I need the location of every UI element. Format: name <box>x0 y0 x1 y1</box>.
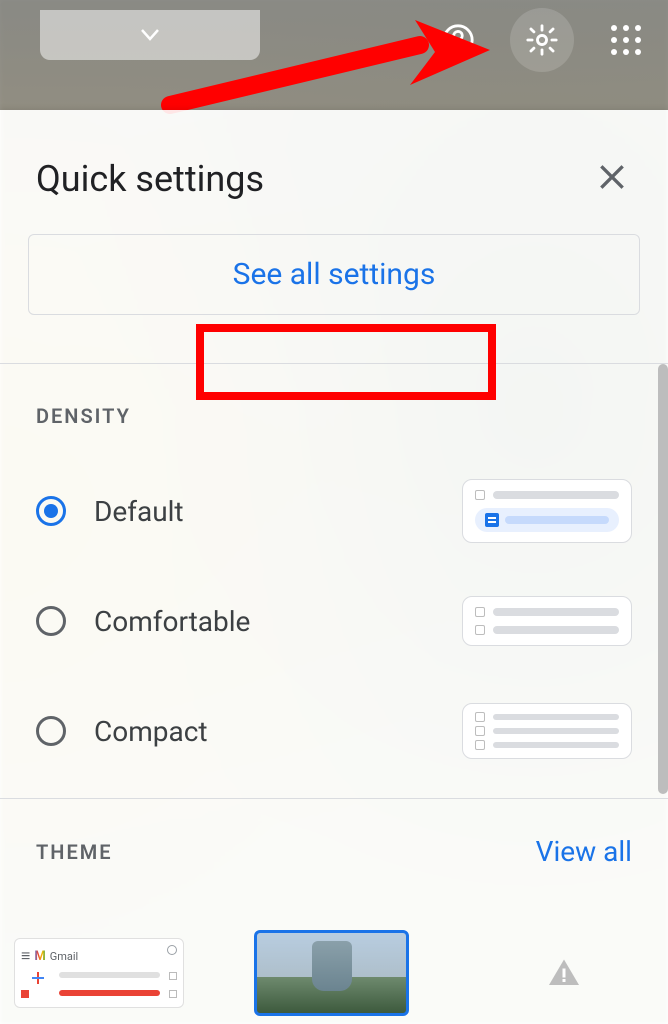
apps-button[interactable] <box>604 18 648 62</box>
radio-unselected-icon <box>36 606 66 636</box>
settings-scroll-area: DENSITY Default Comfortable Compact <box>0 364 668 868</box>
settings-button[interactable] <box>520 18 564 62</box>
density-option-label: Default <box>94 495 184 528</box>
close-icon <box>596 161 628 193</box>
theme-section-label: THEME <box>36 840 113 864</box>
theme-gmail-label: Gmail <box>50 950 78 963</box>
density-option-comfortable[interactable]: Comfortable <box>36 566 632 676</box>
help-circle-icon <box>441 23 475 57</box>
search-icon <box>167 945 177 955</box>
plus-icon <box>32 972 44 984</box>
header-dropdown[interactable] <box>40 10 260 60</box>
scrollbar-thumb[interactable] <box>658 364 668 794</box>
gear-icon <box>525 23 559 57</box>
apps-grid-icon <box>609 23 643 57</box>
density-option-compact[interactable]: Compact <box>36 676 632 786</box>
density-preview-default <box>462 479 632 543</box>
density-option-label: Comfortable <box>94 605 250 638</box>
theme-option-unavailable[interactable] <box>479 938 649 1008</box>
see-all-settings-label: See all settings <box>233 257 436 292</box>
quick-settings-panel: Quick settings See all settings DENSITY … <box>0 110 668 1024</box>
theme-thumbnails-row: ≡MGmail <box>14 930 654 1016</box>
density-section-label: DENSITY <box>36 364 632 456</box>
chevron-down-icon <box>141 29 159 41</box>
density-option-label: Compact <box>94 715 208 748</box>
density-option-default[interactable]: Default <box>36 456 632 566</box>
density-preview-comfortable <box>462 596 632 646</box>
theme-option-image-selected[interactable] <box>254 930 409 1016</box>
theme-view-all-link[interactable]: View all <box>536 835 632 868</box>
warning-triangle-icon <box>546 955 582 991</box>
app-header <box>0 0 668 110</box>
panel-title: Quick settings <box>36 158 264 200</box>
density-preview-compact <box>462 703 632 759</box>
help-button[interactable] <box>436 18 480 62</box>
radio-selected-icon <box>36 496 66 526</box>
close-button[interactable] <box>596 161 628 197</box>
see-all-settings-button[interactable]: See all settings <box>28 234 640 315</box>
radio-unselected-icon <box>36 716 66 746</box>
theme-option-default-gmail[interactable]: ≡MGmail <box>14 938 184 1008</box>
